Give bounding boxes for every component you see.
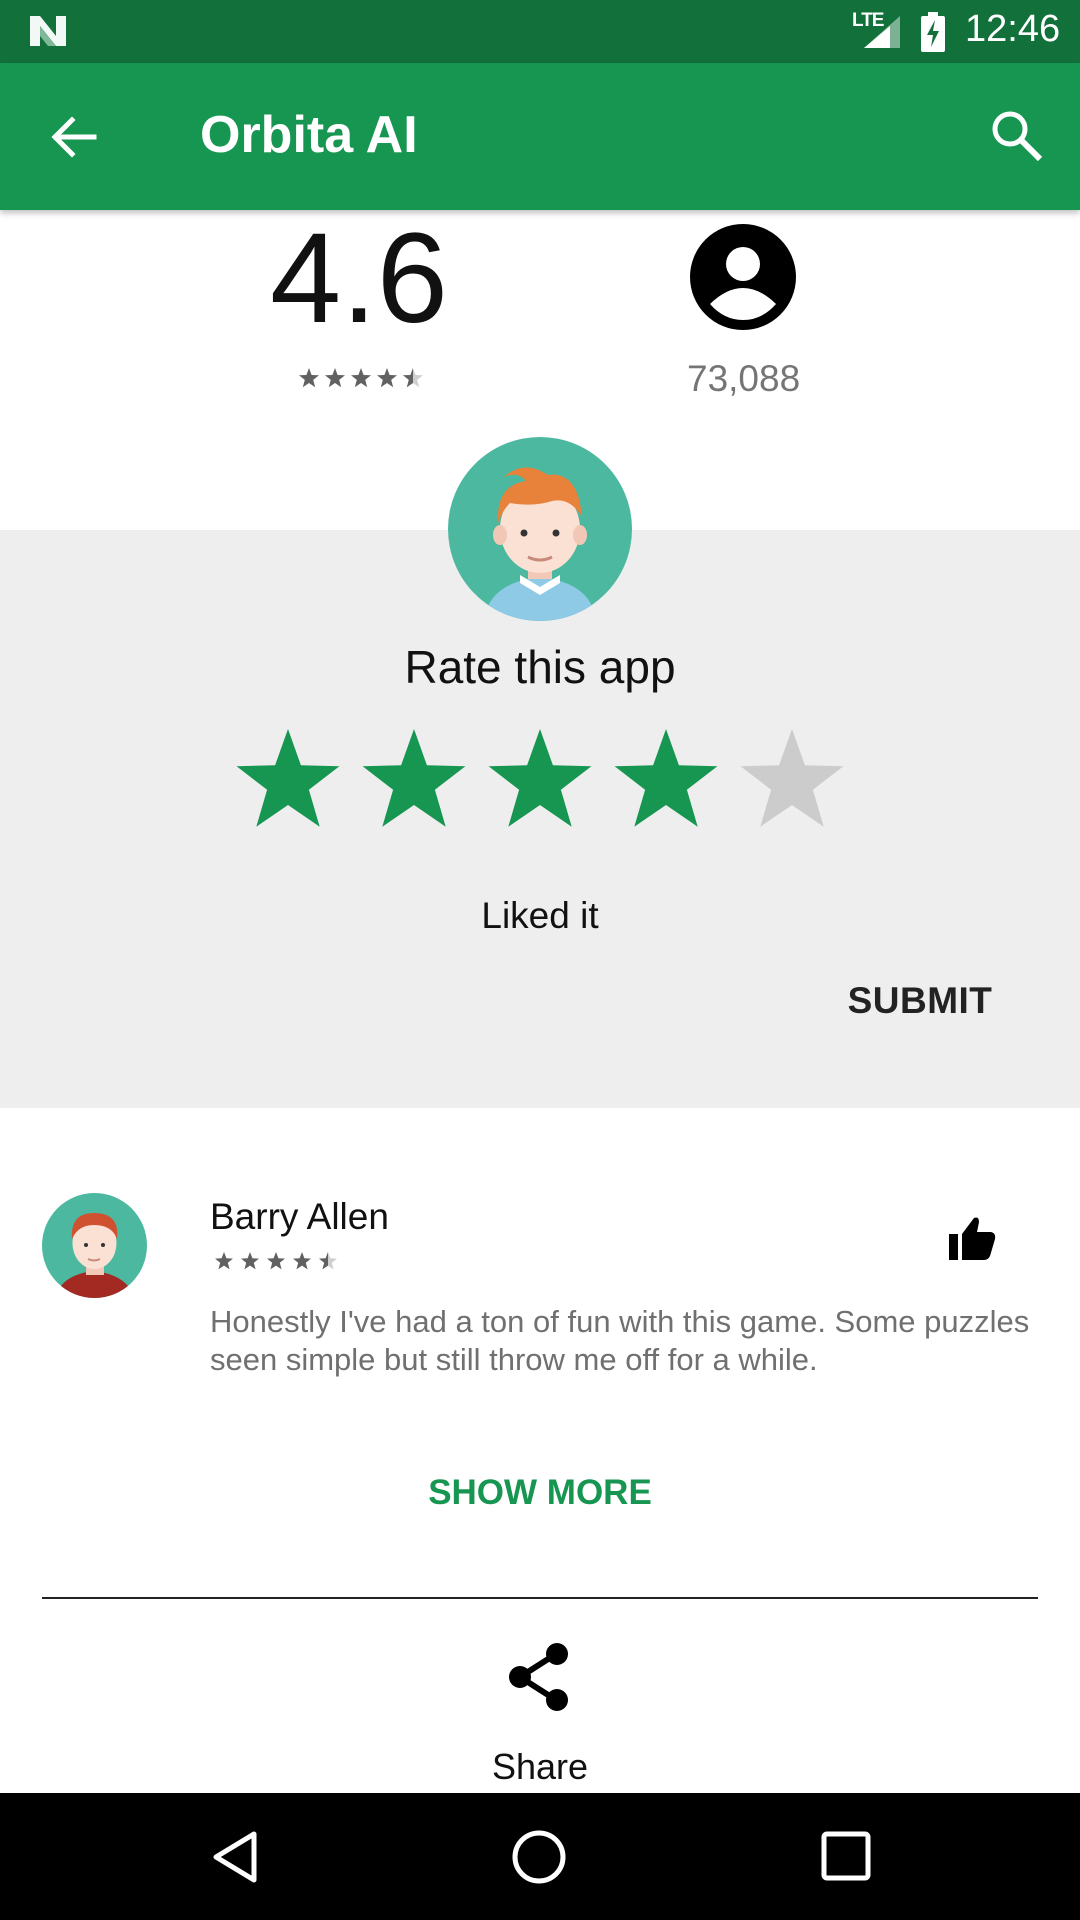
star-icon bbox=[299, 368, 319, 388]
average-rating: 4.6 bbox=[270, 207, 448, 350]
search-icon[interactable] bbox=[988, 107, 1046, 165]
rate-star-2-icon[interactable] bbox=[362, 729, 466, 827]
reviewer-avatar bbox=[42, 1193, 147, 1298]
share-label[interactable]: Share bbox=[0, 1746, 1080, 1788]
nav-home-icon[interactable] bbox=[510, 1828, 568, 1886]
rate-title: Rate this app bbox=[404, 641, 676, 693]
average-rating-stars bbox=[299, 368, 423, 388]
review-text: Honestly I've had a ton of fun with this… bbox=[210, 1304, 1030, 1377]
rate-star-3-icon[interactable] bbox=[488, 729, 592, 827]
nav-recents-icon[interactable] bbox=[818, 1828, 874, 1884]
thumb-up-icon[interactable] bbox=[948, 1214, 996, 1262]
user-avatar bbox=[448, 437, 632, 621]
rating-result-label: Liked it bbox=[481, 895, 599, 936]
back-arrow-icon[interactable] bbox=[48, 111, 100, 163]
rating-count: 73,088 bbox=[687, 358, 801, 399]
submit-button[interactable]: SUBMIT bbox=[840, 980, 1000, 1030]
star-icon bbox=[215, 1252, 233, 1270]
account-circle-icon bbox=[690, 224, 796, 330]
star-icon bbox=[351, 368, 371, 388]
app-bar: Orbita AI bbox=[0, 63, 1080, 210]
clock: 12:46 bbox=[965, 8, 1061, 50]
star-icon bbox=[241, 1252, 259, 1270]
show-more-button[interactable]: SHOW MORE bbox=[0, 1473, 1080, 1513]
navigation-bar bbox=[0, 1793, 1080, 1920]
star-icon bbox=[293, 1252, 311, 1270]
status-bar: LTE 12:46 bbox=[0, 0, 1080, 63]
nav-back-icon[interactable] bbox=[208, 1829, 264, 1885]
rating-stars-input[interactable] bbox=[230, 725, 850, 835]
divider bbox=[42, 1597, 1038, 1599]
rate-star-5-icon[interactable] bbox=[740, 729, 844, 827]
reviewer-name: Barry Allen bbox=[210, 1196, 389, 1237]
app-title: Orbita AI bbox=[200, 106, 418, 164]
star-icon bbox=[267, 1252, 285, 1270]
star-icon bbox=[325, 368, 345, 388]
star-icon bbox=[377, 368, 397, 388]
n-logo-icon bbox=[30, 16, 66, 46]
signal-icon bbox=[864, 16, 900, 48]
share-icon[interactable] bbox=[506, 1642, 572, 1712]
rate-star-1-icon[interactable] bbox=[236, 729, 340, 827]
review-rating-stars bbox=[215, 1252, 337, 1270]
screen: LTE 12:46 Orbita AI 4.6 73,088 Rate this… bbox=[0, 0, 1080, 1920]
battery-charging-icon bbox=[921, 12, 945, 52]
rate-star-4-icon[interactable] bbox=[614, 729, 718, 827]
